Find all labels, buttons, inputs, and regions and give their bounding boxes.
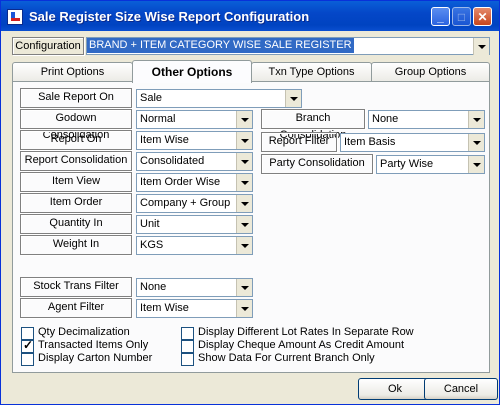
report-consolidation-label: Report Consolidation bbox=[20, 151, 132, 171]
report-filter-label: Report Filter bbox=[261, 132, 337, 152]
configuration-value: BRAND + ITEM CATEGORY WISE SALE REGISTER bbox=[87, 38, 354, 53]
tab-other-options[interactable]: Other Options bbox=[132, 60, 252, 83]
stock-trans-filter-label: Stock Trans Filter bbox=[20, 277, 132, 297]
configuration-label: Configuration bbox=[12, 37, 84, 55]
quantity-in-label: Quantity In bbox=[20, 214, 132, 234]
branch-consolidation-value: None bbox=[372, 113, 399, 125]
item-view-value: Item Order Wise bbox=[140, 176, 221, 188]
item-order-label: Item Order bbox=[20, 193, 132, 213]
chevron-down-icon[interactable] bbox=[236, 237, 252, 254]
tab-group-options[interactable]: Group Options bbox=[371, 62, 490, 81]
transacted-items-only-label: Transacted Items Only bbox=[38, 339, 149, 351]
cheque-as-credit-checkbox[interactable] bbox=[181, 340, 194, 353]
sale-report-on-value: Sale bbox=[140, 92, 163, 104]
chevron-down-icon[interactable] bbox=[285, 90, 301, 107]
godown-consolidation-select[interactable]: Normal bbox=[136, 110, 253, 129]
agent-filter-select[interactable]: Item Wise bbox=[136, 299, 253, 318]
window-title: Sale Register Size Wise Report Configura… bbox=[29, 9, 310, 24]
title-bar[interactable]: Sale Register Size Wise Report Configura… bbox=[1, 1, 499, 31]
chevron-down-icon[interactable] bbox=[468, 156, 484, 173]
chevron-down-icon[interactable] bbox=[236, 111, 252, 128]
cancel-button[interactable]: Cancel bbox=[424, 378, 498, 400]
chevron-down-icon[interactable] bbox=[468, 134, 484, 151]
weight-in-label: Weight In bbox=[20, 235, 132, 255]
chevron-down-icon[interactable] bbox=[236, 153, 252, 170]
lot-rates-separate-row-checkbox[interactable] bbox=[181, 327, 194, 340]
chevron-down-icon[interactable] bbox=[468, 111, 484, 128]
maximize-button[interactable]: □ bbox=[452, 7, 471, 26]
chevron-down-icon[interactable] bbox=[236, 132, 252, 149]
report-filter-select[interactable]: Item Basis bbox=[340, 133, 485, 152]
report-consolidation-value: Consolidated bbox=[140, 155, 205, 167]
party-consolidation-select[interactable]: Party Wise bbox=[376, 155, 485, 174]
report-filter-value: Item Basis bbox=[344, 136, 396, 148]
party-consolidation-value: Party Wise bbox=[380, 158, 434, 170]
report-on-label: Report On bbox=[20, 130, 132, 150]
dialog-window: Sale Register Size Wise Report Configura… bbox=[0, 0, 500, 405]
tab-txn-type-options[interactable]: Txn Type Options bbox=[251, 62, 372, 81]
chevron-down-icon[interactable] bbox=[236, 174, 252, 191]
chevron-down-icon[interactable] bbox=[473, 38, 489, 55]
minimize-button[interactable]: _ bbox=[431, 7, 450, 26]
agent-filter-label: Agent Filter bbox=[20, 298, 132, 318]
display-carton-number-checkbox[interactable] bbox=[21, 353, 34, 366]
weight-in-select[interactable]: KGS bbox=[136, 236, 253, 255]
transacted-items-only-checkbox[interactable] bbox=[21, 338, 34, 353]
party-consolidation-label: Party Consolidation bbox=[261, 154, 373, 174]
item-order-value: Company + Group bbox=[140, 197, 231, 209]
ok-button[interactable]: Ok bbox=[358, 378, 432, 400]
app-icon bbox=[7, 9, 23, 25]
godown-consolidation-label: Godown Consolidation bbox=[20, 109, 132, 141]
weight-in-value: KGS bbox=[140, 239, 164, 251]
close-button[interactable]: ✕ bbox=[473, 7, 492, 26]
configuration-select[interactable]: BRAND + ITEM CATEGORY WISE SALE REGISTER bbox=[86, 37, 490, 55]
report-on-select[interactable]: Item Wise bbox=[136, 131, 253, 150]
report-consolidation-select[interactable]: Consolidated bbox=[136, 152, 253, 171]
qty-decimalization-label: Qty Decimalization bbox=[38, 326, 130, 338]
chevron-down-icon[interactable] bbox=[236, 195, 252, 212]
item-view-label: Item View bbox=[20, 172, 132, 192]
lot-rates-separate-row-label: Display Different Lot Rates In Separate … bbox=[198, 326, 414, 338]
item-view-select[interactable]: Item Order Wise bbox=[136, 173, 253, 192]
sale-report-on-select[interactable]: Sale bbox=[136, 89, 302, 108]
branch-consolidation-select[interactable]: None bbox=[368, 110, 485, 129]
current-branch-only-checkbox[interactable] bbox=[181, 353, 194, 366]
godown-consolidation-value: Normal bbox=[140, 113, 176, 125]
chevron-down-icon[interactable] bbox=[236, 300, 252, 317]
chevron-down-icon[interactable] bbox=[236, 216, 252, 233]
report-on-value: Item Wise bbox=[140, 134, 189, 146]
cheque-as-credit-label: Display Cheque Amount As Credit Amount bbox=[198, 339, 405, 351]
sale-report-on-label: Sale Report On bbox=[20, 88, 132, 108]
display-carton-number-label: Display Carton Number bbox=[38, 352, 153, 364]
stock-trans-filter-select[interactable]: None bbox=[136, 278, 253, 297]
stock-trans-filter-value: None bbox=[140, 281, 167, 293]
tab-print-options[interactable]: Print Options bbox=[12, 62, 133, 81]
agent-filter-value: Item Wise bbox=[140, 302, 189, 314]
current-branch-only-label: Show Data For Current Branch Only bbox=[198, 352, 375, 364]
quantity-in-value: Unit bbox=[140, 218, 160, 230]
chevron-down-icon[interactable] bbox=[236, 279, 252, 296]
quantity-in-select[interactable]: Unit bbox=[136, 215, 253, 234]
item-order-select[interactable]: Company + Group bbox=[136, 194, 253, 213]
branch-consolidation-label: Branch Consolidation bbox=[261, 109, 365, 141]
